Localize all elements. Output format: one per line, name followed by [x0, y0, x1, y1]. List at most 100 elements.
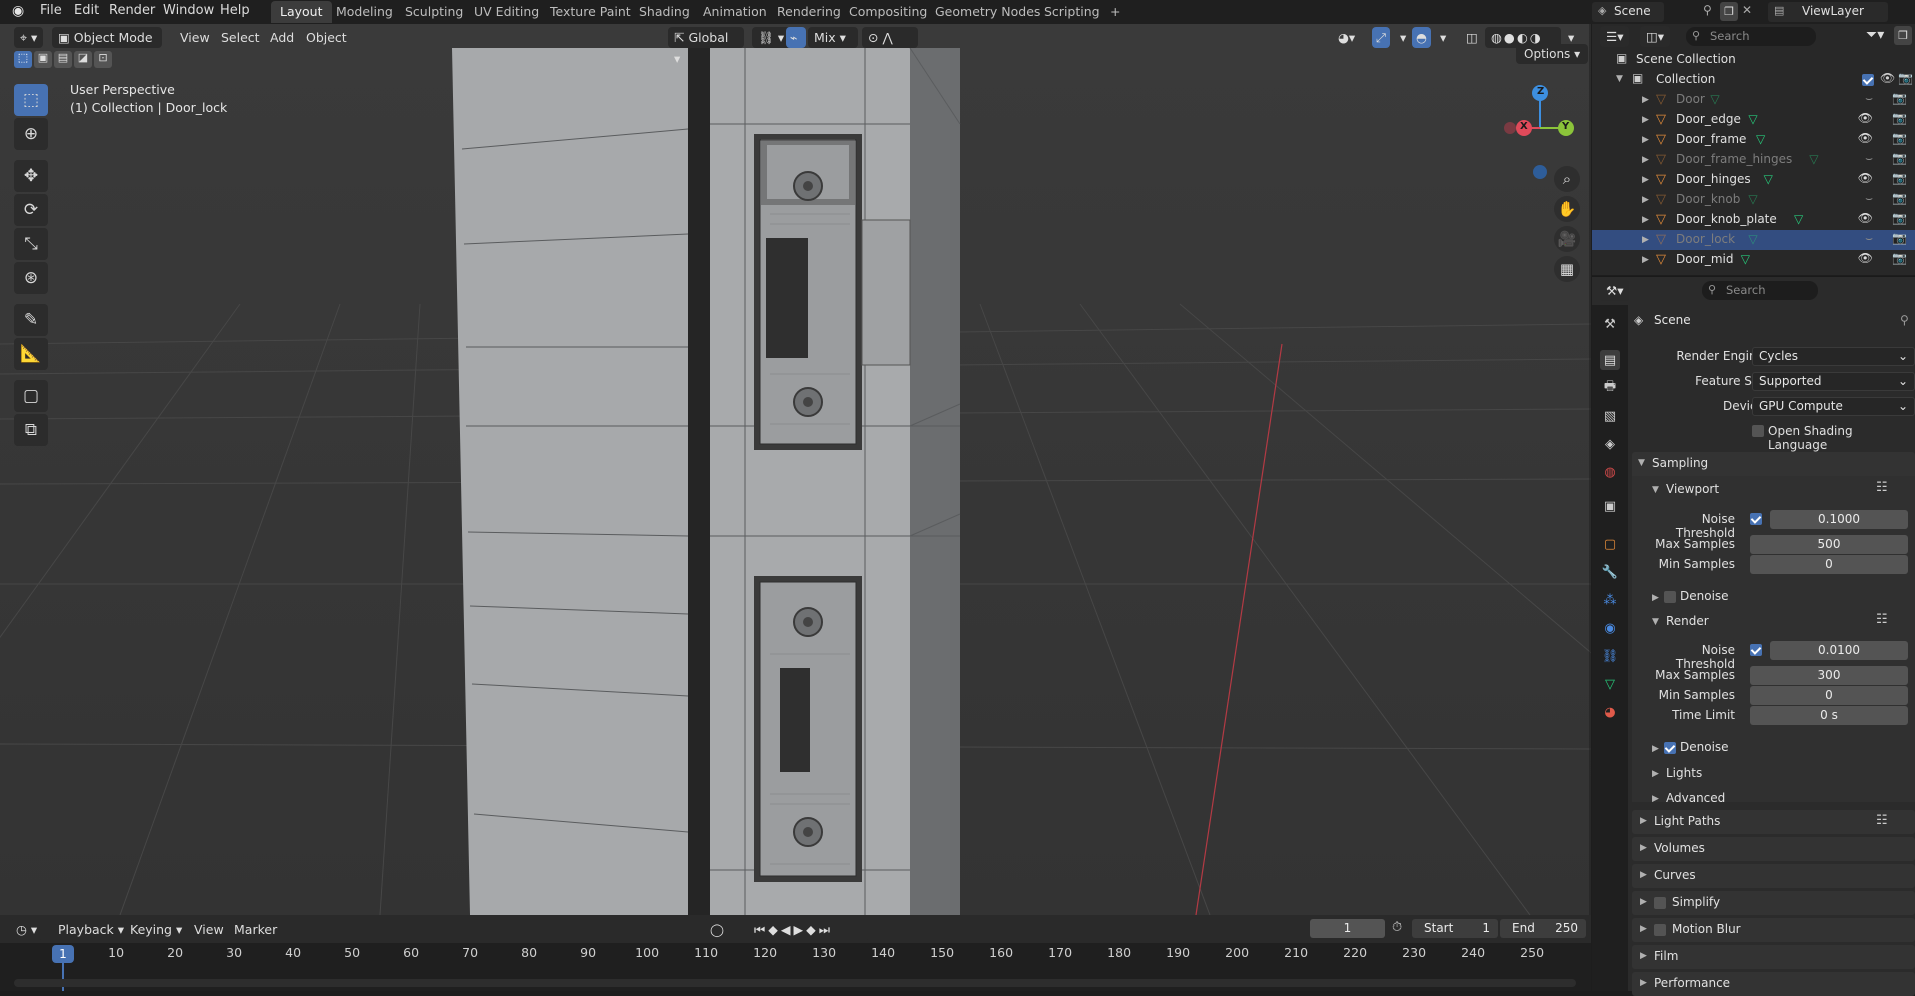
object-name[interactable]: Door: [1676, 92, 1705, 106]
menu-help[interactable]: Help: [220, 3, 250, 18]
collection-tab-icon[interactable]: ▣: [1600, 496, 1620, 516]
rotate-tool-icon[interactable]: ⟳: [14, 194, 48, 226]
tab-shading[interactable]: Shading: [630, 1, 699, 23]
overlay-dropdown-icon[interactable]: ▾: [1434, 27, 1452, 48]
frame-cursor[interactable]: 1: [52, 945, 74, 963]
constraints-tab-icon[interactable]: ⛓: [1600, 646, 1620, 666]
render-camera-icon[interactable]: 📷: [1892, 91, 1907, 105]
scale-tool-icon[interactable]: ⤡: [14, 228, 48, 260]
panel-enable-checkbox[interactable]: [1654, 924, 1666, 936]
display-mode-icon[interactable]: ◫▾: [1640, 26, 1671, 47]
eye-icon[interactable]: 👁: [1858, 171, 1873, 185]
tab-rendering[interactable]: Rendering: [768, 1, 850, 23]
timeline-editor-type-icon[interactable]: ◷ ▾: [10, 919, 44, 940]
pin-icon[interactable]: ⚲: [1703, 3, 1712, 17]
render-tab-icon[interactable]: ▤: [1600, 350, 1620, 370]
presets-list-icon[interactable]: ☷: [1876, 480, 1888, 495]
render-min-samples-field[interactable]: 0: [1750, 686, 1908, 705]
render-engine-dropdown[interactable]: Cycles ⌄: [1752, 347, 1915, 366]
mesh-data-icon[interactable]: ▽: [1710, 92, 1719, 106]
outliner-row-object[interactable]: ▶ ▽ Door_knob ⌣ 📷 ▽: [1592, 190, 1915, 210]
filter-icon[interactable]: ⏷▾: [1866, 27, 1884, 43]
add-workspace-button[interactable]: +: [1101, 1, 1129, 23]
object-name[interactable]: Door_frame_hinges: [1676, 152, 1792, 166]
panel-film[interactable]: ▶ Film: [1632, 945, 1915, 969]
overlay-toggle-icon[interactable]: ◓: [1412, 27, 1431, 48]
ortho-grid-icon[interactable]: ▦: [1554, 256, 1580, 282]
properties-search-input[interactable]: Search: [1702, 281, 1818, 300]
render-presets-list-icon[interactable]: ☷: [1876, 612, 1888, 627]
menu-window[interactable]: Window: [163, 3, 214, 18]
snap-toggle-icon[interactable]: ⌁: [786, 27, 806, 48]
measure-tool-icon[interactable]: 📐: [14, 338, 48, 370]
cursor-tool-icon[interactable]: ⊕: [14, 118, 48, 150]
outliner-search-input[interactable]: Search: [1686, 27, 1816, 46]
gizmo-dropdown-icon[interactable]: ▾: [1394, 27, 1412, 48]
mesh-data-icon[interactable]: ▽: [1756, 132, 1765, 146]
particles-tab-icon[interactable]: ⁂: [1600, 590, 1620, 610]
mesh-data-icon[interactable]: ▽: [1748, 192, 1757, 206]
viewport-min-samples-field[interactable]: 0: [1750, 555, 1908, 574]
editor-type-button[interactable]: ⌖ ▾: [14, 27, 44, 48]
pivot-dropdown[interactable]: ⛓ ▾: [752, 27, 791, 48]
mesh-data-icon[interactable]: ▽: [1764, 172, 1773, 186]
outliner-row-collection[interactable]: ▼ ▣ Collection 👁 📷: [1592, 70, 1915, 90]
render-denoise-checkbox[interactable]: [1664, 742, 1676, 754]
material-tab-icon[interactable]: ◕: [1600, 702, 1620, 722]
eye-closed-icon[interactable]: ⌣: [1865, 151, 1873, 166]
eye-icon[interactable]: 👁: [1858, 251, 1873, 265]
view-layer-selector[interactable]: ▤ ViewLayer: [1768, 2, 1888, 22]
tab-scripting[interactable]: Scripting: [1035, 1, 1109, 23]
add-object-tool-icon[interactable]: ⧉: [14, 414, 48, 446]
mode-dropdown[interactable]: ▣ Object Mode ▾: [52, 27, 162, 66]
panel-simplify[interactable]: ▶ Simplify: [1632, 891, 1915, 915]
expand-icon[interactable]: ▶: [1642, 215, 1649, 225]
viewport-menu-object[interactable]: Object: [300, 27, 353, 48]
render-noise-threshold-field[interactable]: 0.0100: [1770, 641, 1908, 660]
render-time-limit-field[interactable]: 0 s: [1750, 706, 1908, 725]
object-name[interactable]: Door_lock: [1676, 232, 1735, 246]
mesh-data-icon[interactable]: ▽: [1748, 112, 1757, 126]
timeline-menu-view[interactable]: View: [188, 919, 230, 940]
panel-curves[interactable]: ▶ Curves: [1632, 864, 1915, 888]
start-frame-field[interactable]: Start 1: [1412, 919, 1498, 938]
device-dropdown[interactable]: GPU Compute ⌄: [1752, 397, 1915, 416]
tab-uv-editing[interactable]: UV Editing: [465, 1, 548, 23]
render-camera-icon[interactable]: 📷: [1892, 111, 1907, 125]
render-camera-icon[interactable]: 📷: [1892, 171, 1907, 185]
world-tab-icon[interactable]: ◍: [1600, 462, 1620, 482]
gizmo-toggle-icon[interactable]: ⤢: [1372, 27, 1391, 48]
outliner-row-object[interactable]: ▶ ▽ Door_hinges 👁 📷 ▽: [1592, 170, 1915, 190]
snap-target-dropdown[interactable]: Mix ▾: [808, 27, 858, 48]
object-name[interactable]: Door_mid: [1676, 252, 1734, 266]
output-tab-icon[interactable]: 🖶: [1600, 378, 1620, 398]
new-collection-icon[interactable]: ❐: [1894, 26, 1912, 45]
outliner-row-object[interactable]: ▶ ▽ Door ⌣ 📷 ▽: [1592, 90, 1915, 110]
object-name[interactable]: Door_knob: [1676, 192, 1740, 206]
modifier-tab-icon[interactable]: 🔧: [1600, 562, 1620, 582]
viewport-max-samples-field[interactable]: 500: [1750, 535, 1908, 554]
render-camera-icon[interactable]: 📷: [1892, 191, 1907, 205]
osl-checkbox[interactable]: [1752, 425, 1764, 437]
viewport-expand-icon[interactable]: ▼: [1652, 485, 1659, 495]
stopwatch-icon[interactable]: ⏱: [1392, 920, 1402, 935]
viewport-subpanel-title[interactable]: Viewport: [1666, 482, 1719, 496]
outliner-row-object[interactable]: ▶ ▽ Door_lock ⌣ 📷 ▽: [1592, 230, 1915, 250]
eye-icon[interactable]: 👁: [1858, 111, 1873, 125]
outliner-row-object[interactable]: ▶ ▽ Door_edge 👁 📷 ▽: [1592, 110, 1915, 130]
outliner-editor-type-icon[interactable]: ☰▾: [1600, 26, 1630, 47]
new-scene-icon[interactable]: ❐: [1720, 2, 1738, 21]
timeline-menu-marker[interactable]: Marker: [228, 919, 283, 940]
render-noise-threshold-checkbox[interactable]: [1750, 644, 1762, 656]
expand-icon[interactable]: ▶: [1642, 135, 1649, 145]
select-intersect-icon[interactable]: ⊡: [94, 51, 112, 68]
viewport-menu-add[interactable]: Add: [264, 27, 300, 48]
select-invert-icon[interactable]: ◪: [74, 51, 92, 68]
mesh-data-icon[interactable]: ▽: [1741, 252, 1750, 266]
render-camera-icon[interactable]: 📷: [1892, 131, 1907, 145]
viewport-noise-threshold-checkbox[interactable]: [1750, 513, 1762, 525]
tab-compositing[interactable]: Compositing: [840, 1, 936, 23]
object-name[interactable]: Door_frame: [1676, 132, 1746, 146]
zoom-icon[interactable]: ⌕: [1554, 166, 1580, 192]
visibility-icon[interactable]: ◕▾: [1332, 27, 1361, 48]
